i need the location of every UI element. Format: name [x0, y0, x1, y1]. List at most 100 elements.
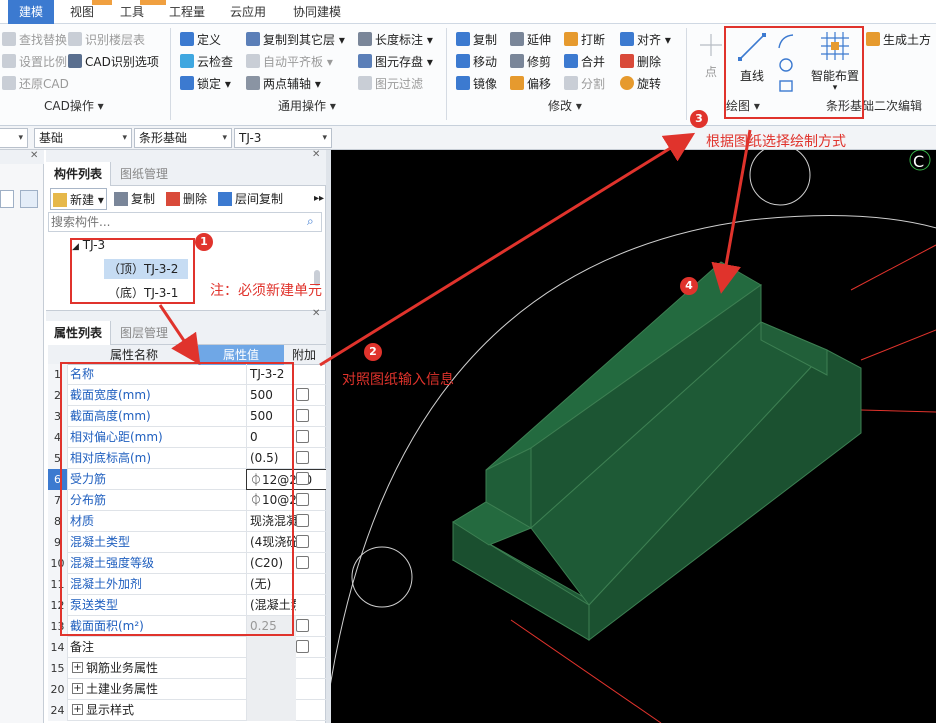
axis-line	[860, 409, 936, 413]
extend-button[interactable]: 延伸	[510, 31, 551, 49]
menu-cloud[interactable]: 云应用	[222, 0, 274, 24]
extra-checkbox[interactable]	[296, 640, 309, 653]
set-scale-button[interactable]: 设置比例	[2, 53, 67, 71]
extra-checkbox[interactable]	[296, 535, 309, 548]
length-dimension-button[interactable]: 长度标注 ▾	[358, 31, 433, 49]
search-input[interactable]	[51, 214, 301, 230]
close-icon[interactable]: ✕	[312, 308, 320, 319]
offset-button[interactable]: 偏移	[510, 75, 551, 93]
find-replace-button[interactable]: 查找替换	[2, 31, 67, 49]
copy-component-button[interactable]: 复制	[114, 188, 155, 210]
break-button[interactable]: 打断	[564, 31, 605, 49]
component-search: ⌕	[48, 212, 322, 232]
copy-button[interactable]: 复制	[456, 31, 497, 49]
tab-component-list[interactable]: 构件列表	[46, 162, 112, 186]
expand-icon[interactable]: +	[72, 683, 83, 694]
define-label: 定义	[197, 33, 222, 47]
category-select[interactable]: 基础 ▾	[34, 128, 132, 148]
tab-drawing-management[interactable]: 图纸管理	[112, 162, 176, 186]
modify-group-label[interactable]: 修改 ▾	[548, 97, 582, 115]
point-draw-button[interactable]: 点	[694, 30, 728, 86]
copy-to-other-layer-button[interactable]: 复制到其它层 ▾	[246, 31, 345, 49]
extra-checkbox[interactable]	[296, 514, 309, 527]
auto-flush-slab-button[interactable]: 自动平齐板 ▾	[246, 53, 333, 71]
element-save-button[interactable]: 图元存盘 ▾	[358, 53, 433, 71]
property-row[interactable]: 14 备注	[48, 637, 326, 658]
extra-checkbox[interactable]	[296, 619, 309, 632]
extend-icon	[510, 32, 524, 46]
cad-options-button[interactable]: CAD识别选项	[68, 53, 159, 71]
property-row[interactable]: 20 土建业务属性 +	[48, 679, 326, 700]
expand-icon[interactable]: +	[72, 704, 83, 715]
menu-view[interactable]: 视图	[60, 0, 104, 24]
type-value: 条形基础	[139, 131, 188, 145]
property-name: 显示样式	[86, 703, 135, 717]
property-value[interactable]	[246, 679, 296, 700]
menu-bar: 建模 视图 工具 工程量 云应用 协同建模	[0, 0, 936, 24]
trim-button[interactable]: 修剪	[510, 53, 551, 71]
delete-component-button[interactable]: 删除	[166, 188, 207, 210]
extra-checkbox[interactable]	[296, 472, 309, 485]
property-value[interactable]	[246, 637, 296, 658]
property-value[interactable]	[246, 700, 296, 721]
delete-component-label: 删除	[183, 192, 208, 206]
extra-checkbox[interactable]	[296, 451, 309, 464]
list-view-icon[interactable]	[0, 190, 14, 208]
property-value[interactable]	[246, 658, 296, 679]
component-select[interactable]: TJ-3 ▾	[234, 128, 332, 148]
extra-checkbox[interactable]	[296, 388, 309, 401]
mirror-button[interactable]: 镜像	[456, 75, 497, 93]
row-number: 14	[48, 637, 68, 658]
expand-icon[interactable]: +	[72, 662, 83, 673]
identify-floor-table-label: 识别楼层表	[85, 33, 146, 47]
category-value: 基础	[39, 131, 64, 145]
general-group-label[interactable]: 通用操作 ▾	[278, 97, 336, 115]
close-icon[interactable]: ✕	[312, 149, 320, 160]
property-row[interactable]: 24 显示样式 +	[48, 700, 326, 721]
move-button[interactable]: 移动	[456, 53, 497, 71]
type-select[interactable]: 条形基础 ▾	[134, 128, 232, 148]
copy-between-layers-button[interactable]: 层间复制	[218, 188, 283, 210]
set-scale-label: 设置比例	[19, 55, 68, 69]
menu-collab[interactable]: 协同建模	[284, 0, 350, 24]
mirror-label: 镜像	[473, 77, 498, 91]
extra-checkbox[interactable]	[296, 493, 309, 506]
cloud-check-button[interactable]: 云检查	[180, 53, 233, 71]
lock-button[interactable]: 锁定 ▾	[180, 75, 231, 93]
element-filter-button[interactable]: 图元过滤	[358, 75, 423, 93]
menu-tools[interactable]: 工具	[112, 0, 152, 24]
extra-checkbox[interactable]	[296, 556, 309, 569]
extra-checkbox[interactable]	[296, 430, 309, 443]
copy-between-layers-label: 层间复制	[235, 192, 284, 206]
viewport-canvas[interactable]	[331, 150, 936, 723]
restore-cad-button[interactable]: 还原CAD	[2, 75, 69, 93]
tab-property-list[interactable]: 属性列表	[46, 321, 112, 345]
rotate-button[interactable]: 旋转	[620, 75, 661, 93]
split-icon	[564, 76, 578, 90]
more-icon[interactable]: ▸▸	[314, 188, 324, 210]
align-button[interactable]: 对齐 ▾	[620, 31, 671, 49]
floor-select[interactable]: ▾	[0, 128, 28, 148]
split-button[interactable]: 分割	[564, 75, 605, 93]
flush-icon	[246, 54, 260, 68]
merge-button[interactable]: 合并	[564, 53, 605, 71]
search-icon[interactable]: ⌕	[307, 214, 314, 229]
close-icon[interactable]: ✕	[30, 150, 38, 161]
cad-group-label[interactable]: CAD操作 ▾	[44, 97, 104, 115]
new-component-button[interactable]: 新建 ▾	[50, 188, 107, 210]
identify-floor-table-button[interactable]: 识别楼层表	[68, 31, 145, 49]
strip-footing-solid[interactable]	[451, 261, 862, 642]
menu-jianmo[interactable]: 建模	[8, 0, 54, 24]
property-row[interactable]: 15 钢筋业务属性 +	[48, 658, 326, 679]
move-label: 移动	[473, 55, 498, 69]
generate-earthwork-button[interactable]: 生成土方	[866, 31, 931, 49]
two-point-axis-button[interactable]: 两点辅轴 ▾	[246, 75, 321, 93]
menu-quantity[interactable]: 工程量	[162, 0, 212, 24]
delete-button[interactable]: 删除	[620, 53, 661, 71]
extra-checkbox[interactable]	[296, 409, 309, 422]
earthwork-icon	[866, 32, 880, 46]
define-button[interactable]: 定义	[180, 31, 221, 49]
grid-view-icon[interactable]	[20, 190, 38, 208]
tab-layer-management[interactable]: 图层管理	[112, 321, 176, 345]
3d-viewport[interactable]: C	[331, 150, 936, 723]
